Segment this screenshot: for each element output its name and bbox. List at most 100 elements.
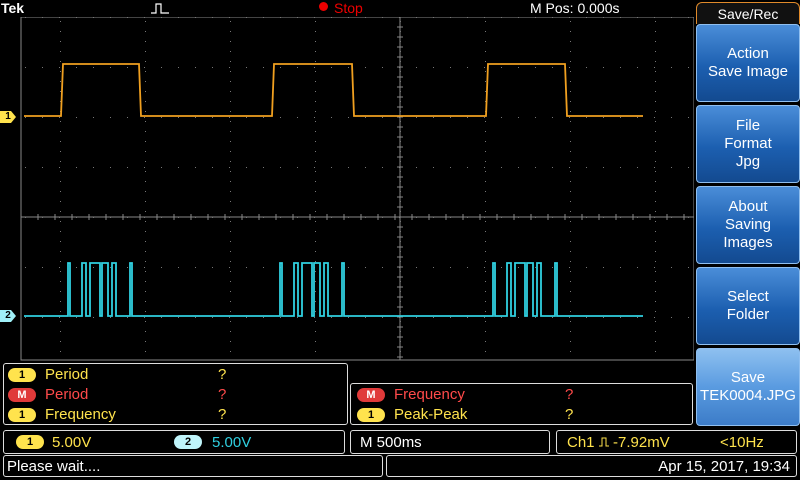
ch2-ground-marker[interactable]: 2	[0, 310, 16, 322]
grid-dot	[485, 321, 486, 322]
grid-dot	[230, 21, 231, 22]
grid-dot	[535, 67, 536, 68]
grid-dot	[212, 67, 213, 68]
grid-dot	[230, 301, 231, 302]
grid-dot	[400, 181, 401, 182]
grid-dot	[60, 41, 61, 42]
grid-dot	[655, 91, 656, 92]
grid-dot	[570, 331, 571, 332]
grid-dot	[59, 167, 60, 168]
file-format-button[interactable]: File Format Jpg	[696, 105, 800, 183]
grid-dot	[42, 17, 43, 18]
save-file-button[interactable]: Save TEK0004.JPG	[696, 348, 800, 426]
grid-dot	[25, 17, 26, 18]
ch1-ground-marker[interactable]: 1	[0, 111, 16, 123]
grid-dot	[655, 181, 656, 182]
grid-dot	[314, 217, 315, 218]
grid-dot	[25, 117, 26, 118]
grid-dot	[60, 21, 61, 22]
grid-dot	[655, 71, 656, 72]
grid-dot	[603, 217, 604, 218]
grid-dot	[485, 281, 486, 282]
grid-dot	[416, 217, 417, 218]
grid-dot	[230, 311, 231, 312]
about-saving-images-button[interactable]: About Saving Images	[696, 186, 800, 264]
grid-dot	[161, 267, 162, 268]
grid-dot	[485, 241, 486, 242]
grid-dot	[331, 217, 332, 218]
grid-dot	[42, 117, 43, 118]
trigger-box[interactable]: Ch1 -7.92mV <10Hz	[556, 430, 797, 454]
grid-dot	[263, 117, 264, 118]
grid-dot	[314, 17, 315, 18]
action-save-image-button[interactable]: Action Save Image	[696, 24, 800, 102]
grid-dot	[263, 267, 264, 268]
vertical-scale-box[interactable]: 1 5.00V 2 5.00V	[3, 430, 345, 454]
grid-dot	[400, 151, 401, 152]
grid-dot	[400, 121, 401, 122]
acquisition-state: Stop	[334, 0, 363, 16]
grid-dot	[655, 301, 656, 302]
grid-dot	[60, 251, 61, 252]
grid-dot	[161, 317, 162, 318]
grid-dot	[145, 181, 146, 182]
grid-dot	[315, 271, 316, 272]
trigger-level: -7.92mV	[613, 434, 670, 451]
grid-dot	[654, 67, 655, 68]
grid-dot	[315, 311, 316, 312]
grid-dot	[25, 267, 26, 268]
grid-dot	[59, 17, 60, 18]
ch1-badge: 1	[8, 368, 36, 382]
grid-dot	[570, 241, 571, 242]
grid-dot	[400, 61, 401, 62]
brand-logo: Tek	[1, 0, 25, 16]
grid-dot	[570, 61, 571, 62]
grid-dot	[280, 167, 281, 168]
grid-dot	[518, 267, 519, 268]
grid-dot	[485, 251, 486, 252]
grid-dot	[161, 17, 162, 18]
grid-dot	[416, 267, 417, 268]
grid-dot	[400, 261, 401, 262]
grid-dot	[400, 161, 401, 162]
grid-dot	[655, 141, 656, 142]
grid-dot	[552, 217, 553, 218]
grid-dot	[246, 267, 247, 268]
grid-dot	[60, 271, 61, 272]
grid-dot	[315, 71, 316, 72]
grid-dot	[145, 161, 146, 162]
timebase-box[interactable]: M 500ms	[350, 430, 550, 454]
grid-dot	[400, 291, 401, 292]
grid-dot	[212, 317, 213, 318]
measurement-value: ?	[218, 386, 227, 403]
grid-dot	[145, 351, 146, 352]
grid-dot	[501, 117, 502, 118]
grid-dot	[60, 231, 61, 232]
grid-dot	[688, 267, 689, 268]
grid-dot	[655, 251, 656, 252]
grid-dot	[161, 117, 162, 118]
grid-dot	[655, 321, 656, 322]
grid-dot	[297, 117, 298, 118]
grid-dot	[229, 217, 230, 218]
measurement-name: Peak-Peak	[394, 406, 468, 423]
grid-dot	[400, 91, 401, 92]
grid-dot	[570, 81, 571, 82]
grid-dot	[382, 67, 383, 68]
grid-dot	[230, 81, 231, 82]
grid-dot	[110, 17, 111, 18]
grid-dot	[655, 351, 656, 352]
grid-dot	[297, 167, 298, 168]
grid-dot	[315, 221, 316, 222]
select-folder-button[interactable]: Select Folder	[696, 267, 800, 345]
grid-dot	[688, 67, 689, 68]
math-badge: M	[357, 388, 385, 402]
grid-dot	[60, 171, 61, 172]
grid-dot	[620, 67, 621, 68]
grid-dot	[586, 67, 587, 68]
trigger-pulse-icon	[151, 3, 169, 14]
ch2-scale: 5.00V	[212, 434, 252, 451]
grid-dot	[60, 221, 61, 222]
grid-dot	[655, 81, 656, 82]
grid-dot	[110, 267, 111, 268]
